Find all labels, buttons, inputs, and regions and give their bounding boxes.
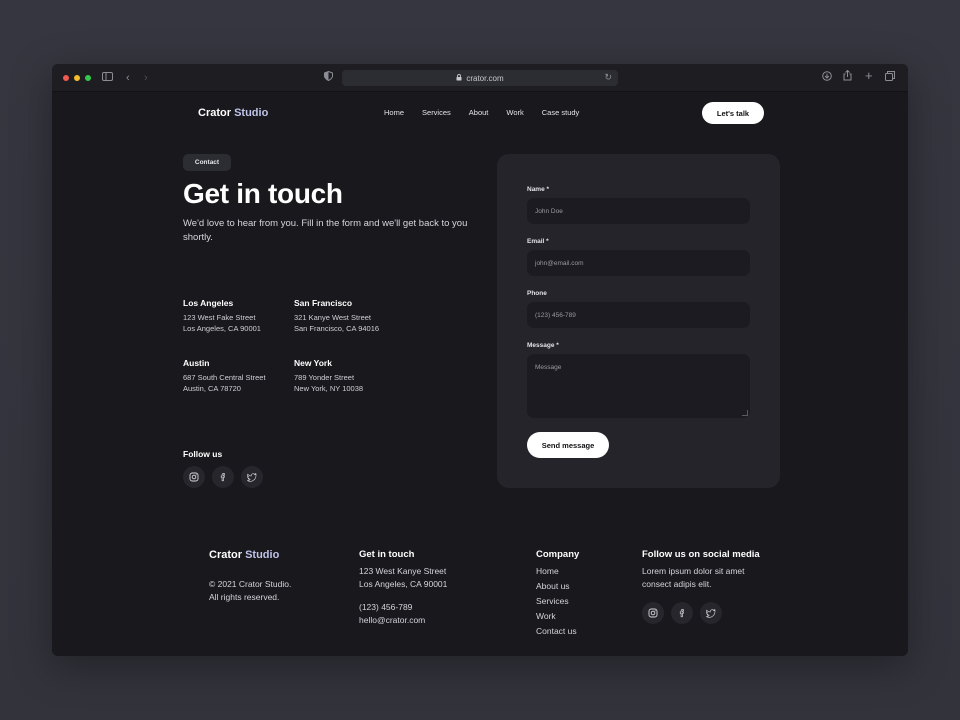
page-subtitle: We'd love to hear from you. Fill in the … xyxy=(183,218,468,243)
office-city: New York xyxy=(294,358,332,368)
footer-social-title: Follow us on social media xyxy=(642,549,760,560)
resize-handle-icon[interactable] xyxy=(742,410,748,416)
nav-case-study[interactable]: Case study xyxy=(542,108,580,117)
social-text-line: consect adipis elit. xyxy=(642,579,712,589)
nav-work[interactable]: Work xyxy=(506,108,523,117)
footer-phone[interactable]: (123) 456-789 xyxy=(359,601,425,614)
url-text: crator.com xyxy=(466,73,504,83)
address-line: Los Angeles, CA 90001 xyxy=(359,579,448,589)
copyright-line: All rights reserved. xyxy=(209,592,280,602)
copyright-line: © 2021 Crator Studio. xyxy=(209,579,292,589)
instagram-icon[interactable] xyxy=(642,602,664,624)
office-address-line: 789 Yonder Street xyxy=(294,373,355,382)
office-austin: Austin 687 South Central Street Austin, … xyxy=(183,358,293,394)
reload-icon[interactable]: ↻ xyxy=(604,72,612,83)
address-line: 123 West Kanye Street xyxy=(359,566,447,576)
logo-accent: Studio xyxy=(245,549,280,561)
send-message-button[interactable]: Send message xyxy=(527,432,609,458)
message-textarea[interactable]: Message xyxy=(527,354,750,418)
nav-home[interactable]: Home xyxy=(384,108,404,117)
nav-about[interactable]: About xyxy=(469,108,489,117)
office-address-line: San Francisco, CA 94016 xyxy=(294,324,380,333)
page-title: Get in touch xyxy=(183,178,343,209)
follow-us-label: Follow us xyxy=(183,449,223,459)
twitter-icon[interactable] xyxy=(241,466,263,488)
share-icon[interactable] xyxy=(843,69,852,86)
minimize-window-button[interactable] xyxy=(74,75,80,81)
office-address-line: 123 West Fake Street xyxy=(183,313,256,322)
phone-input[interactable]: (123) 456-789 xyxy=(527,302,750,328)
forward-icon[interactable]: › xyxy=(144,70,148,86)
footer-email[interactable]: hello@crator.com xyxy=(359,614,425,627)
address-bar[interactable]: crator.com ↻ xyxy=(342,70,618,86)
contact-form-card: Name * John Doe Email * john@email.com P… xyxy=(497,154,780,488)
footer-logo[interactable]: Crator Studio xyxy=(209,549,279,561)
office-city: San Francisco xyxy=(294,298,353,308)
lock-icon xyxy=(456,73,462,83)
office-new-york: New York 789 Yonder Street New York, NY … xyxy=(294,358,404,394)
message-placeholder: Message xyxy=(535,364,562,371)
lets-talk-button[interactable]: Let's talk xyxy=(702,102,764,124)
footer-copyright: © 2021 Crator Studio. All rights reserve… xyxy=(209,578,291,604)
logo-text: Crator xyxy=(198,107,232,119)
sidebar-icon[interactable] xyxy=(102,70,113,86)
browser-window: ‹ › crator.com ↻ + Crator Studio Home Se… xyxy=(52,64,908,656)
footer-link-contact-us[interactable]: Contact us xyxy=(536,626,577,636)
footer-social-text: Lorem ipsum dolor sit amet consect adipi… xyxy=(642,565,745,591)
contact-badge: Contact xyxy=(183,154,231,171)
tab-overview-icon[interactable] xyxy=(885,70,895,86)
privacy-shield-icon[interactable] xyxy=(324,70,333,86)
email-label: Email * xyxy=(527,238,549,245)
social-text-line: Lorem ipsum dolor sit amet xyxy=(642,566,745,576)
office-san-francisco: San Francisco 321 Kanye West Street San … xyxy=(294,298,404,334)
office-city: Los Angeles xyxy=(183,298,234,308)
footer-address: 123 West Kanye Street Los Angeles, CA 90… xyxy=(359,565,447,591)
footer-contact-info: (123) 456-789 hello@crator.com xyxy=(359,601,425,627)
office-los-angeles: Los Angeles 123 West Fake Street Los Ang… xyxy=(183,298,293,334)
twitter-icon[interactable] xyxy=(700,602,722,624)
office-address-line: Austin, CA 78720 xyxy=(183,384,241,393)
footer-link-home[interactable]: Home xyxy=(536,566,559,576)
logo-accent: Studio xyxy=(234,107,269,119)
download-icon[interactable] xyxy=(822,70,832,86)
close-window-button[interactable] xyxy=(63,75,69,81)
name-input[interactable]: John Doe xyxy=(527,198,750,224)
footer-link-work[interactable]: Work xyxy=(536,611,556,621)
nav-services[interactable]: Services xyxy=(422,108,451,117)
office-city: Austin xyxy=(183,358,210,368)
footer-link-services[interactable]: Services xyxy=(536,596,569,606)
footer-company-title: Company xyxy=(536,549,580,560)
footer-contact-title: Get in touch xyxy=(359,549,415,560)
office-address-line: 687 South Central Street xyxy=(183,373,266,382)
instagram-icon[interactable] xyxy=(183,466,205,488)
office-address-line: Los Angeles, CA 90001 xyxy=(183,324,261,333)
logo-text: Crator xyxy=(209,549,243,561)
message-label: Message * xyxy=(527,342,559,349)
phone-label: Phone xyxy=(527,290,547,297)
name-label: Name * xyxy=(527,186,550,193)
facebook-icon[interactable] xyxy=(671,602,693,624)
main-nav: Home Services About Work Case study xyxy=(384,108,597,117)
back-icon[interactable]: ‹ xyxy=(126,70,130,86)
email-input[interactable]: john@email.com xyxy=(527,250,750,276)
footer-social-links xyxy=(642,602,729,624)
office-address-line: 321 Kanye West Street xyxy=(294,313,371,322)
browser-toolbar: ‹ › crator.com ↻ + xyxy=(52,64,908,92)
maximize-window-button[interactable] xyxy=(85,75,91,81)
new-tab-icon[interactable]: + xyxy=(865,68,873,84)
site-logo[interactable]: Crator Studio xyxy=(198,107,268,119)
facebook-icon[interactable] xyxy=(212,466,234,488)
social-links xyxy=(183,466,270,488)
footer-link-about-us[interactable]: About us xyxy=(536,581,570,591)
office-address-line: New York, NY 10038 xyxy=(294,384,364,393)
